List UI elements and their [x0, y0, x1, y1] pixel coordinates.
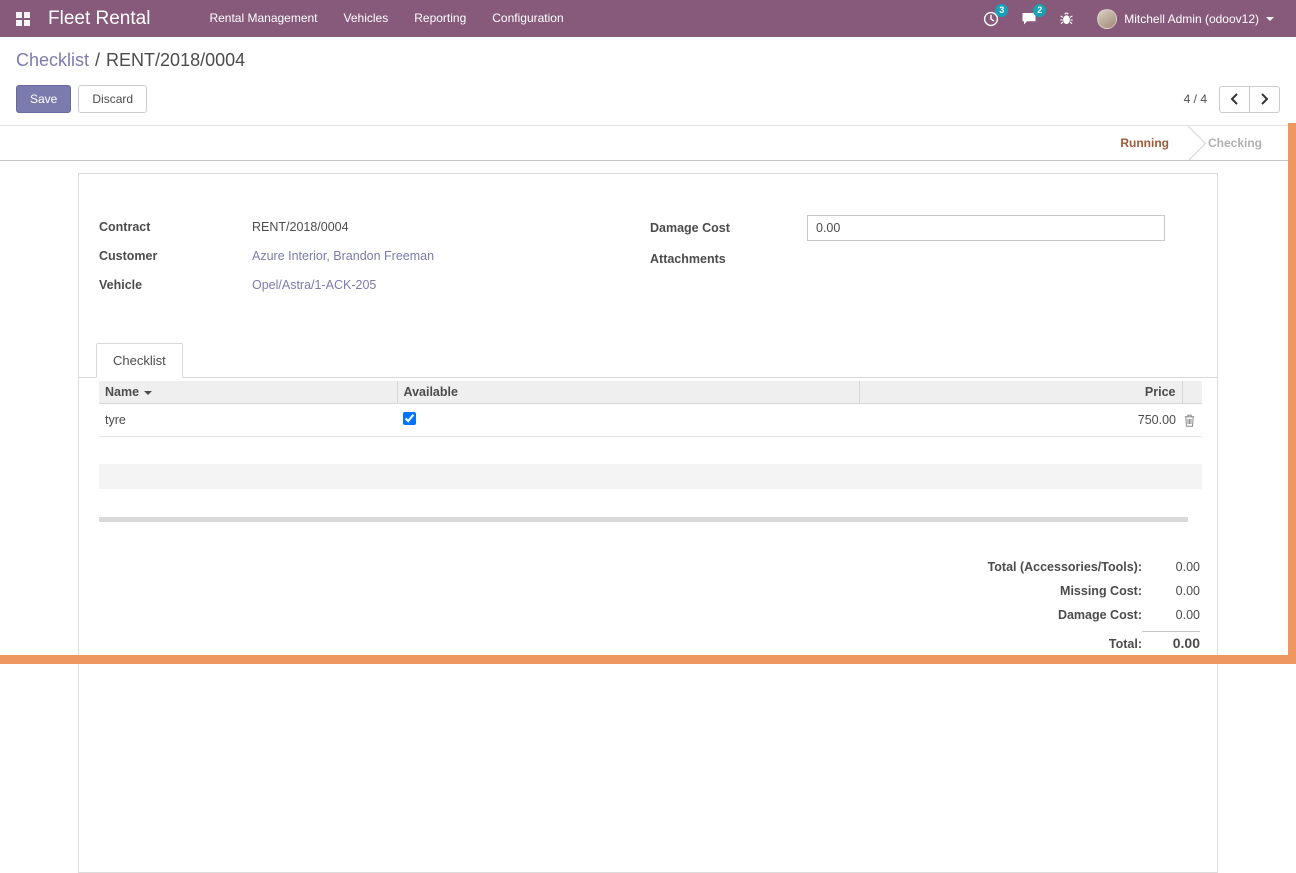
missing-cost-value: 0.00 — [1142, 584, 1200, 598]
menu-rental-management[interactable]: Rental Management — [196, 0, 330, 37]
contract-value: RENT/2018/0004 — [252, 220, 349, 234]
column-header-name[interactable]: Name — [99, 381, 397, 404]
vehicle-label: Vehicle — [99, 278, 252, 292]
menu-vehicles[interactable]: Vehicles — [331, 0, 402, 37]
breadcrumb-parent-link[interactable]: Checklist — [16, 50, 89, 70]
breadcrumb: Checklist / RENT/2018/0004 — [16, 50, 1280, 71]
breadcrumb-separator: / — [95, 50, 100, 70]
trash-icon — [1184, 414, 1200, 427]
damage-cost-label: Damage Cost — [650, 221, 807, 235]
attachments-label: Attachments — [650, 252, 807, 266]
form-view: Contract RENT/2018/0004 Customer Azure I… — [0, 161, 1296, 873]
breadcrumb-current: RENT/2018/0004 — [106, 50, 245, 70]
main-menu: Rental Management Vehicles Reporting Con… — [196, 0, 576, 37]
chevron-left-icon — [1230, 93, 1239, 105]
statusbar: Running Checking — [0, 125, 1296, 161]
debug-button[interactable] — [1048, 0, 1085, 37]
pager-next-button[interactable] — [1249, 86, 1280, 113]
empty-row — [99, 437, 1202, 464]
user-menu[interactable]: Mitchell Admin (odoov12) — [1085, 0, 1286, 37]
damage-cost-input[interactable] — [807, 215, 1165, 241]
field-group: Contract RENT/2018/0004 Customer Azure I… — [79, 201, 1217, 302]
total-accessories-value: 0.00 — [1142, 560, 1200, 574]
menu-configuration[interactable]: Configuration — [479, 0, 576, 37]
column-header-actions — [1182, 381, 1202, 404]
sort-desc-icon — [144, 391, 152, 395]
column-header-price[interactable]: Price — [859, 381, 1182, 404]
available-checkbox[interactable] — [403, 412, 416, 425]
cell-name: tyre — [99, 404, 397, 437]
table-header-row: Name Available Price — [99, 381, 1202, 404]
chevron-right-icon — [1260, 93, 1269, 105]
column-header-available[interactable]: Available — [397, 381, 859, 404]
totals-section: Total (Accessories/Tools): 0.00 Missing … — [79, 560, 1217, 661]
notebook-tabs: Checklist — [79, 342, 1217, 378]
cell-price: 750.00 — [859, 404, 1182, 437]
menu-reporting[interactable]: Reporting — [401, 0, 479, 37]
empty-row-stripe — [99, 464, 1202, 489]
customer-link[interactable]: Azure Interior, Brandon Freeman — [252, 249, 434, 263]
messages-button[interactable]: 2 — [1010, 0, 1048, 37]
tab-checklist[interactable]: Checklist — [96, 343, 183, 378]
apps-menu-icon[interactable] — [16, 12, 30, 26]
systray: 3 2 Mitchell Admin (odoov12) — [972, 0, 1286, 37]
user-name: Mitchell Admin (odoov12) — [1124, 12, 1259, 26]
pager-value: 4 / 4 — [1184, 92, 1207, 106]
delete-row-button[interactable] — [1182, 404, 1202, 437]
grand-total-label: Total: — [1109, 637, 1142, 651]
list-resize-handle[interactable] — [99, 517, 1188, 522]
grand-total-value: 0.00 — [1142, 631, 1200, 651]
discard-button[interactable]: Discard — [78, 85, 147, 113]
top-navbar: Fleet Rental Rental Management Vehicles … — [0, 0, 1296, 37]
bug-icon — [1059, 11, 1074, 26]
vehicle-link[interactable]: Opel/Astra/1-ACK-205 — [252, 278, 376, 292]
damage-cost-total-value: 0.00 — [1142, 608, 1200, 622]
damage-cost-total-label: Damage Cost: — [1058, 608, 1142, 622]
messages-badge: 2 — [1033, 4, 1046, 17]
form-sheet: Contract RENT/2018/0004 Customer Azure I… — [78, 173, 1218, 873]
app-name[interactable]: Fleet Rental — [48, 8, 150, 30]
user-avatar — [1097, 9, 1117, 29]
save-button[interactable]: Save — [16, 85, 71, 113]
cell-available — [397, 404, 859, 437]
contract-label: Contract — [99, 220, 252, 234]
record-pager: 4 / 4 — [1184, 86, 1280, 113]
checklist-list: Name Available Price tyre 750.00 — [79, 378, 1217, 489]
control-panel: Checklist / RENT/2018/0004 Save Discard 4 … — [0, 37, 1296, 125]
activities-button[interactable]: 3 — [972, 0, 1010, 37]
table-row[interactable]: tyre 750.00 — [99, 404, 1202, 437]
activities-badge: 3 — [995, 4, 1008, 17]
chevron-down-icon — [1266, 17, 1274, 21]
pager-previous-button[interactable] — [1219, 86, 1250, 113]
customer-label: Customer — [99, 249, 252, 263]
missing-cost-label: Missing Cost: — [1060, 584, 1142, 598]
horizontal-scrollbar[interactable] — [0, 655, 1296, 664]
vertical-scrollbar[interactable] — [1288, 123, 1296, 664]
total-accessories-label: Total (Accessories/Tools): — [988, 560, 1142, 574]
